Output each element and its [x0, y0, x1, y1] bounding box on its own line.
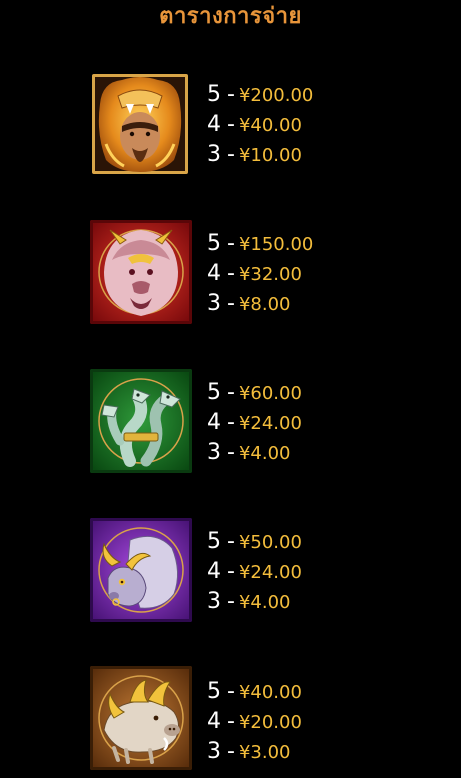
- payout-line: 3- ¥4.00: [207, 438, 302, 468]
- payout-amount: ¥150.00: [238, 234, 314, 255]
- dash-separator: -: [227, 380, 235, 405]
- payout-list: 5- ¥60.00 4- ¥24.00 3- ¥4.00: [207, 378, 302, 468]
- payout-amount: ¥200.00: [238, 85, 314, 106]
- dash-separator: -: [227, 112, 235, 137]
- dash-separator: -: [227, 231, 235, 256]
- dash-separator: -: [227, 142, 235, 167]
- dash-separator: -: [227, 589, 235, 614]
- payout-line: 5- ¥150.00: [207, 229, 313, 259]
- payout-count: 5: [207, 529, 221, 554]
- payout-count: 3: [207, 291, 221, 316]
- payout-line: 5- ¥60.00: [207, 378, 302, 408]
- paytable-row-lion: 5- ¥150.00 4- ¥32.00 3- ¥8.00: [0, 215, 461, 325]
- payout-count: 3: [207, 589, 221, 614]
- payout-amount: ¥24.00: [238, 413, 302, 434]
- payout-amount: ¥40.00: [238, 682, 302, 703]
- payout-line: 3- ¥10.00: [207, 140, 313, 170]
- payout-line: 4- ¥32.00: [207, 259, 313, 289]
- dash-separator: -: [227, 82, 235, 107]
- payout-line: 4- ¥24.00: [207, 408, 302, 438]
- nemean-lion-icon: [90, 220, 192, 324]
- dash-separator: -: [227, 529, 235, 554]
- erymanthian-boar-icon: [90, 666, 192, 770]
- payout-amount: ¥8.00: [238, 294, 291, 315]
- payout-line: 4- ¥20.00: [207, 707, 302, 737]
- payout-count: 4: [207, 261, 221, 286]
- payout-amount: ¥60.00: [238, 383, 302, 404]
- paytable-row-hercules: 5- ¥200.00 4- ¥40.00 3- ¥10.00: [0, 68, 461, 178]
- payout-list: 5- ¥200.00 4- ¥40.00 3- ¥10.00: [207, 80, 313, 170]
- payout-count: 5: [207, 231, 221, 256]
- hercules-lion-helmet-icon: [92, 74, 188, 174]
- payout-count: 5: [207, 380, 221, 405]
- payout-amount: ¥4.00: [238, 592, 291, 613]
- payout-list: 5- ¥50.00 4- ¥24.00 3- ¥4.00: [207, 527, 302, 617]
- payout-line: 4- ¥24.00: [207, 557, 302, 587]
- paytable-row-boar: 5- ¥40.00 4- ¥20.00 3- ¥3.00: [0, 662, 461, 772]
- payout-count: 4: [207, 559, 221, 584]
- cretan-bull-icon: [90, 518, 192, 622]
- dash-separator: -: [227, 440, 235, 465]
- payout-line: 3- ¥4.00: [207, 587, 302, 617]
- paytable-row-bull: 5- ¥50.00 4- ¥24.00 3- ¥4.00: [0, 513, 461, 623]
- payout-amount: ¥10.00: [238, 145, 302, 166]
- dash-separator: -: [227, 410, 235, 435]
- payout-amount: ¥24.00: [238, 562, 302, 583]
- dash-separator: -: [227, 739, 235, 764]
- dash-separator: -: [227, 709, 235, 734]
- payout-count: 3: [207, 440, 221, 465]
- payout-line: 5- ¥40.00: [207, 677, 302, 707]
- payout-count: 3: [207, 142, 221, 167]
- dash-separator: -: [227, 679, 235, 704]
- dash-separator: -: [227, 291, 235, 316]
- payout-count: 4: [207, 112, 221, 137]
- payout-amount: ¥50.00: [238, 532, 302, 553]
- hydra-icon: [90, 369, 192, 473]
- payout-count: 5: [207, 82, 221, 107]
- payout-count: 3: [207, 739, 221, 764]
- paytable-row-hydra: 5- ¥60.00 4- ¥24.00 3- ¥4.00: [0, 364, 461, 474]
- payout-line: 4- ¥40.00: [207, 110, 313, 140]
- dash-separator: -: [227, 261, 235, 286]
- payout-count: 4: [207, 709, 221, 734]
- payout-line: 5- ¥50.00: [207, 527, 302, 557]
- payout-amount: ¥20.00: [238, 712, 302, 733]
- payout-count: 4: [207, 410, 221, 435]
- dash-separator: -: [227, 559, 235, 584]
- payout-amount: ¥40.00: [238, 115, 302, 136]
- payout-list: 5- ¥40.00 4- ¥20.00 3- ¥3.00: [207, 677, 302, 767]
- payout-line: 3- ¥8.00: [207, 289, 313, 319]
- payout-list: 5- ¥150.00 4- ¥32.00 3- ¥8.00: [207, 229, 313, 319]
- payout-amount: ¥4.00: [238, 443, 291, 464]
- payout-line: 5- ¥200.00: [207, 80, 313, 110]
- payout-amount: ¥32.00: [238, 264, 302, 285]
- payout-count: 5: [207, 679, 221, 704]
- payout-line: 3- ¥3.00: [207, 737, 302, 767]
- paytable-title: ตารางการจ่าย: [159, 4, 302, 29]
- payout-amount: ¥3.00: [238, 742, 291, 763]
